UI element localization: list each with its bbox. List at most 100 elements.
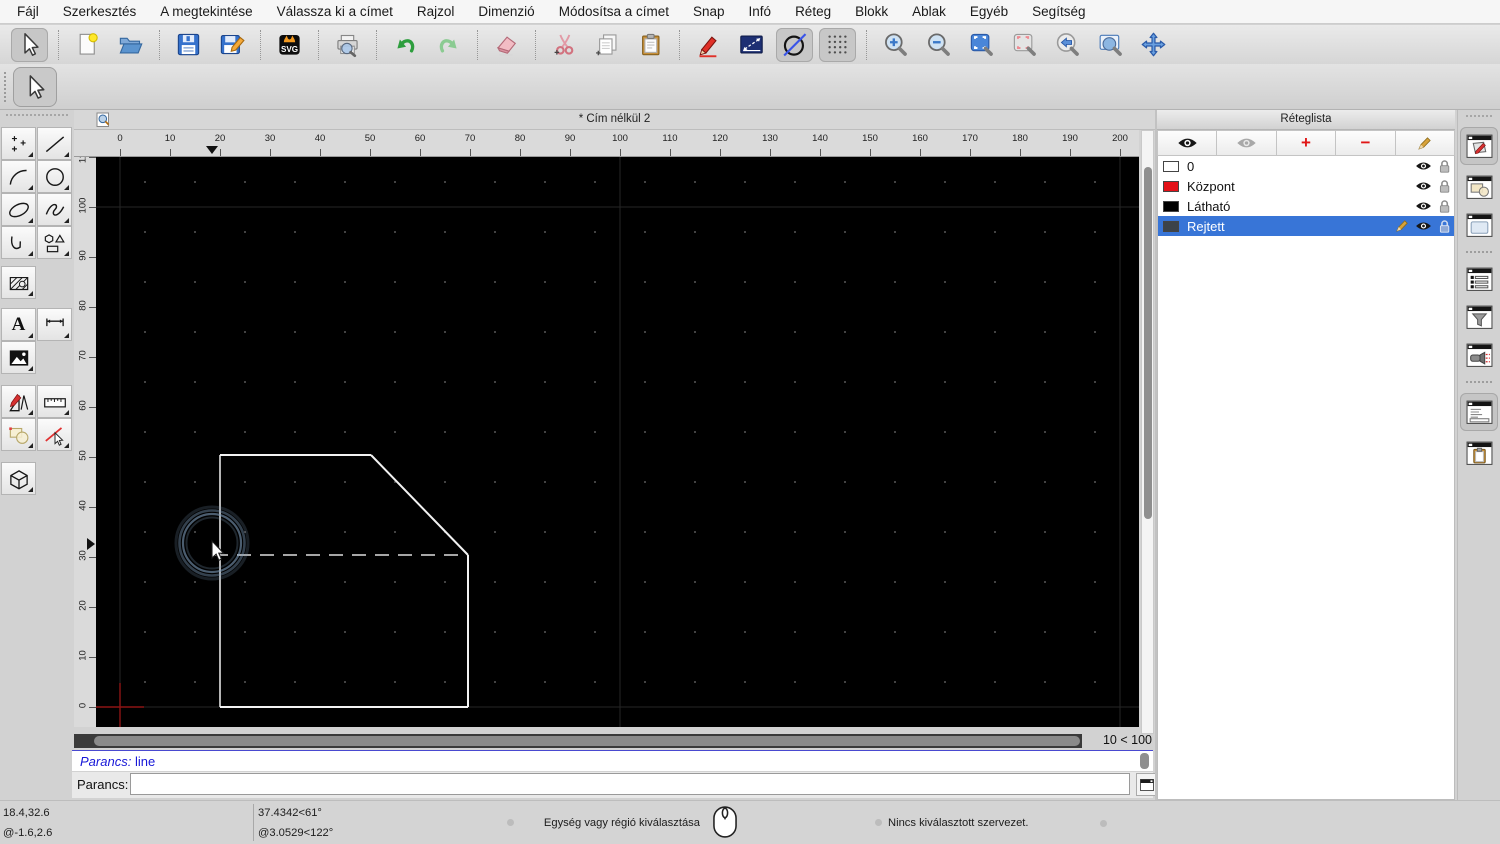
menu-dimenzi-[interactable]: Dimenzió	[478, 4, 534, 19]
draw-pencil-button[interactable]	[690, 28, 727, 62]
draw-text-tool[interactable]: A	[1, 308, 36, 341]
layer-color-swatch[interactable]	[1163, 201, 1179, 212]
palette-drag-handle[interactable]	[6, 114, 68, 121]
insert-image-tool[interactable]	[1, 341, 36, 374]
zoom-pan-button[interactable]	[1135, 28, 1172, 62]
edit-layer-button[interactable]	[1396, 130, 1455, 156]
menu-snap[interactable]: Snap	[693, 4, 725, 19]
dimension-button[interactable]	[733, 28, 770, 62]
menu-r-teg[interactable]: Réteg	[795, 4, 831, 19]
vertical-scrollbar[interactable]	[1141, 130, 1154, 734]
copy-button[interactable]	[589, 28, 626, 62]
h-ruler-tick	[720, 149, 721, 156]
save-button[interactable]	[170, 28, 207, 62]
layer-lock-icon[interactable]	[1438, 219, 1451, 233]
new-document-button[interactable]	[69, 28, 106, 62]
draw-spline-tool[interactable]	[37, 193, 72, 226]
hide-all-layers-button[interactable]	[1217, 130, 1276, 156]
draw-line-tool[interactable]	[37, 127, 72, 160]
layer-color-swatch[interactable]	[1163, 181, 1179, 192]
draw-points-tool[interactable]	[1, 127, 36, 160]
layer-visibility-icon[interactable]	[1415, 200, 1432, 212]
grid-toggle-button[interactable]	[819, 28, 856, 62]
layer-visibility-icon[interactable]	[1415, 160, 1432, 172]
measure-ruler-tool[interactable]	[37, 385, 72, 418]
redo-button[interactable]	[430, 28, 467, 62]
layer-row-l-that-[interactable]: Látható	[1158, 196, 1454, 216]
draw-arc-tool[interactable]	[1, 160, 36, 193]
modify-tools-tool[interactable]	[1, 385, 36, 418]
zoom-selected-button[interactable]	[1006, 28, 1043, 62]
draw-circle-tool[interactable]	[37, 160, 72, 193]
zoom-window-button[interactable]	[1092, 28, 1129, 62]
library-panel-toggle-button[interactable]	[1462, 209, 1496, 241]
horizontal-scrollbar-thumb[interactable]	[94, 736, 1080, 746]
isometric-box-tool[interactable]	[1, 462, 36, 495]
strip-drag-handle[interactable]	[1466, 115, 1492, 121]
v-ruler-tick	[89, 557, 96, 558]
zoom-auto-button[interactable]	[963, 28, 1000, 62]
print-preview-button[interactable]	[329, 28, 366, 62]
zoom-previous-button[interactable]	[1049, 28, 1086, 62]
layer-color-swatch[interactable]	[1163, 161, 1179, 172]
light-panel-toggle-button[interactable]	[1462, 339, 1496, 371]
command-input[interactable]	[130, 773, 1130, 795]
menu-ablak[interactable]: Ablak	[912, 4, 946, 19]
toolbar-drag-handle[interactable]	[4, 72, 12, 102]
undo-button[interactable]	[387, 28, 424, 62]
cut-button[interactable]	[546, 28, 583, 62]
draw-ellipse-tool[interactable]	[1, 193, 36, 226]
layer-lock-icon[interactable]	[1438, 179, 1451, 193]
draw-hatch-tool[interactable]	[1, 266, 36, 299]
vertical-scrollbar-thumb[interactable]	[1144, 167, 1152, 519]
menu-rajzol[interactable]: Rajzol	[417, 4, 455, 19]
show-all-layers-button[interactable]	[1157, 130, 1217, 156]
edit-layer-icon[interactable]	[1395, 219, 1409, 233]
select-cursor-button[interactable]	[11, 28, 48, 62]
eraser-button[interactable]	[488, 28, 525, 62]
layer-row-k-zpont[interactable]: Központ	[1158, 176, 1454, 196]
layer-row-rejtett[interactable]: Rejtett	[1158, 216, 1454, 236]
layer-color-swatch[interactable]	[1163, 221, 1179, 232]
remove-layer-button[interactable]: −	[1336, 130, 1395, 156]
menu-seg-ts-g[interactable]: Segítség	[1032, 4, 1085, 19]
draw-polygon-tool[interactable]	[37, 226, 72, 259]
menu-m-dos-tsa-a-c-met[interactable]: Módosítsa a címet	[559, 4, 669, 19]
block-list-panel-toggle-button[interactable]	[1462, 171, 1496, 203]
layer-list-panel-toggle-button[interactable]	[1460, 127, 1498, 165]
layer-lock-icon[interactable]	[1438, 199, 1451, 213]
h-ruler-label: 130	[757, 133, 783, 144]
command-panel-toggle-button[interactable]	[1460, 393, 1498, 431]
layer-visibility-icon[interactable]	[1415, 220, 1432, 232]
add-layer-button[interactable]: +	[1277, 130, 1336, 156]
menu-szerkeszt-s[interactable]: Szerkesztés	[63, 4, 137, 19]
menu-f-jl[interactable]: Fájl	[17, 4, 39, 19]
svg-export-button[interactable]: SVG	[271, 28, 308, 62]
delete-entity-tool[interactable]	[37, 418, 72, 451]
save-as-button[interactable]	[213, 28, 250, 62]
views-panel-toggle-button[interactable]	[1462, 263, 1496, 295]
zoom-in-button[interactable]	[877, 28, 914, 62]
draw-polyline-tool[interactable]	[1, 226, 36, 259]
layer-row-0[interactable]: 0	[1158, 156, 1454, 176]
draft-mode-button[interactable]	[776, 28, 813, 62]
drawing-canvas[interactable]	[96, 157, 1139, 727]
menu-blokk[interactable]: Blokk	[855, 4, 888, 19]
select-region-tool[interactable]	[1, 418, 36, 451]
draw-dimension-tool[interactable]	[37, 308, 72, 341]
layer-visibility-icon[interactable]	[1415, 180, 1432, 192]
select-tool-button[interactable]	[13, 67, 57, 107]
open-file-button[interactable]	[112, 28, 149, 62]
clipboard-panel-toggle-button[interactable]	[1462, 437, 1496, 469]
command-history-scrollbar[interactable]	[1140, 753, 1149, 769]
paste-button[interactable]	[632, 28, 669, 62]
layer-lock-icon[interactable]	[1438, 159, 1451, 173]
menu-inf-[interactable]: Infó	[749, 4, 772, 19]
zoom-out-button[interactable]	[920, 28, 957, 62]
filter-panel-toggle-button[interactable]	[1462, 301, 1496, 333]
menu-egy-b[interactable]: Egyéb	[970, 4, 1008, 19]
h-ruler-label: 140	[807, 133, 833, 144]
menu-v-lassza-ki-a-c-met[interactable]: Válassza ki a címet	[277, 4, 393, 19]
menu-a-megtekint-se[interactable]: A megtekintése	[160, 4, 252, 19]
horizontal-scrollbar[interactable]	[74, 734, 1082, 748]
